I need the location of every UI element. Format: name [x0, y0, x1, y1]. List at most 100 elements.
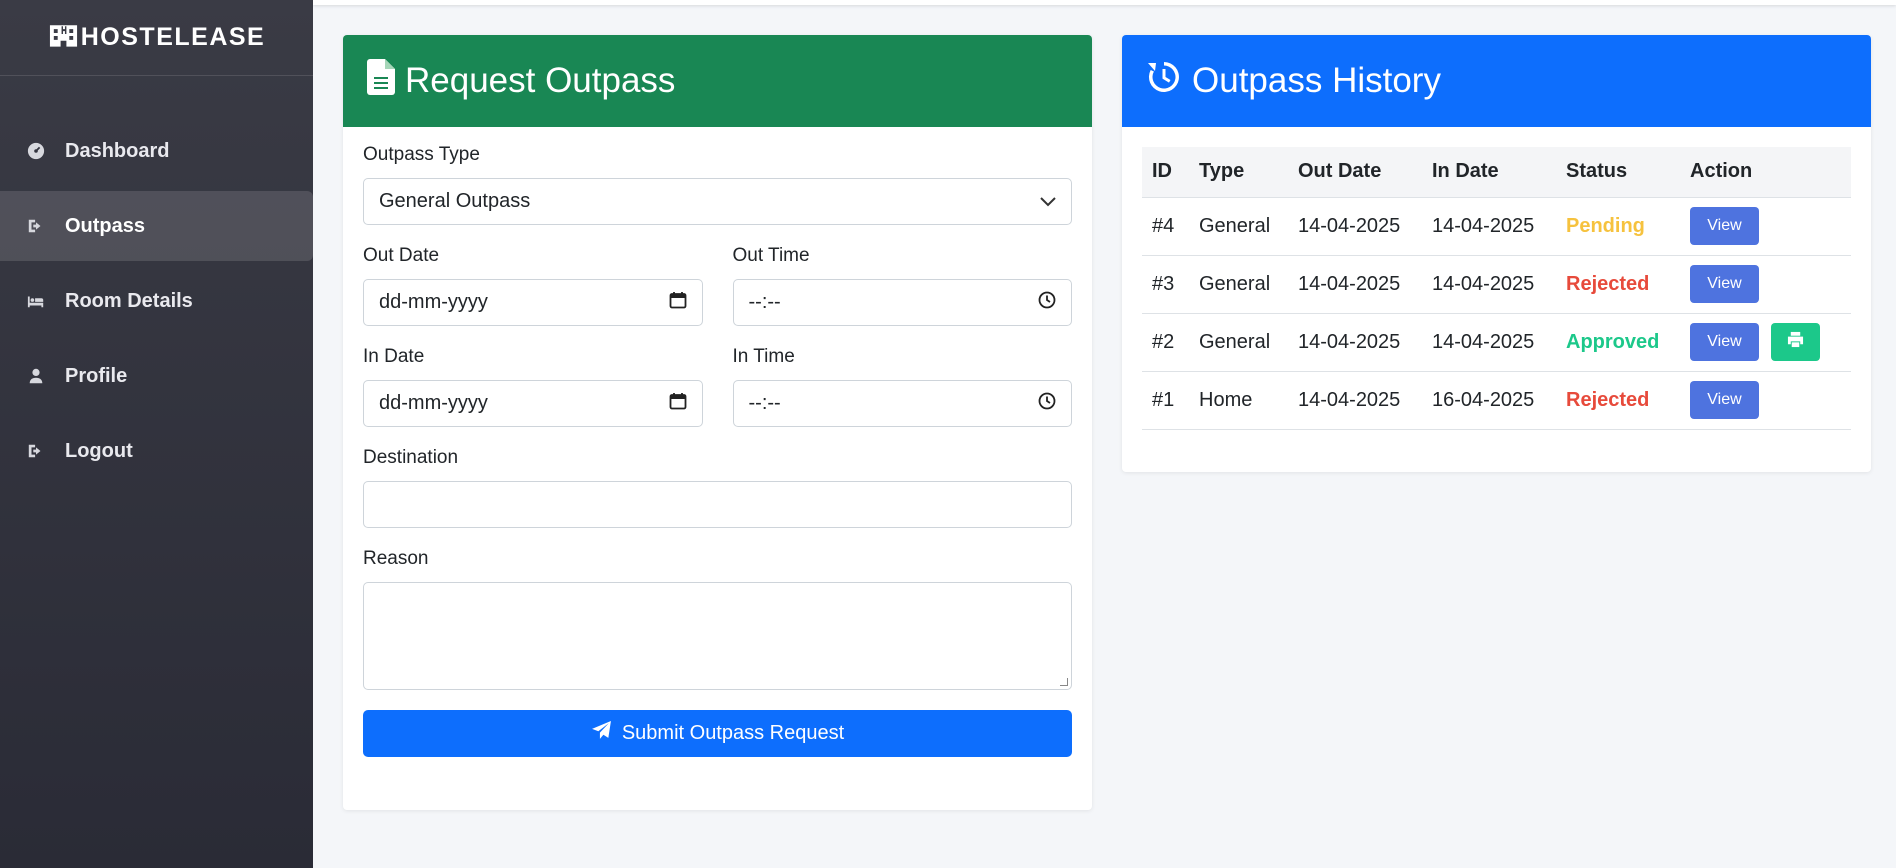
destination-label: Destination: [363, 447, 459, 468]
column-header: Type: [1189, 147, 1288, 198]
cell-id: #1: [1142, 371, 1189, 430]
sidebar-item-logout[interactable]: Logout: [0, 416, 313, 486]
status-badge: Rejected: [1556, 255, 1680, 314]
top-bar: [313, 0, 1896, 5]
out-time-input[interactable]: --:--: [732, 279, 1072, 326]
sidebar-item-label: Logout: [65, 439, 133, 462]
sidebar-item-profile[interactable]: Profile: [0, 341, 313, 411]
view-button[interactable]: View: [1690, 381, 1759, 419]
cell-id: #3: [1142, 255, 1189, 314]
cell-action: View: [1680, 197, 1851, 256]
in-time-input[interactable]: --:--: [732, 380, 1072, 427]
cell-in-date: 14-04-2025: [1422, 255, 1556, 314]
calendar-icon: [669, 291, 687, 315]
history-icon: [1146, 59, 1192, 104]
cell-id: #2: [1142, 313, 1189, 372]
in-time-placeholder: --:--: [748, 392, 781, 414]
sidebar-item-room-details[interactable]: Room Details: [0, 266, 313, 336]
outpass-history-card: Outpass History ID Type Out Date In Date…: [1122, 35, 1871, 472]
sidebar-item-label: Dashboard: [65, 139, 170, 162]
submit-outpass-button[interactable]: Submit Outpass Request: [363, 710, 1072, 757]
sidebar-item-label: Profile: [65, 364, 128, 387]
table-row: #3 General 14-04-2025 14-04-2025 Rejecte…: [1142, 255, 1851, 314]
print-icon: [1787, 331, 1804, 354]
page-title: Request Outpass: [405, 61, 676, 100]
tachometer-icon: [26, 141, 46, 161]
status-badge: Rejected: [1556, 371, 1680, 430]
table-row: #2 General 14-04-2025 14-04-2025 Approve…: [1142, 313, 1851, 372]
out-date-placeholder: dd-mm-yyyy: [379, 291, 488, 313]
in-date-placeholder: dd-mm-yyyy: [379, 392, 488, 414]
sign-out-icon: [26, 441, 46, 461]
outpass-type-value: General Outpass: [379, 190, 531, 212]
view-button[interactable]: View: [1690, 207, 1759, 245]
outpass-type-label: Outpass Type: [363, 144, 480, 165]
cell-out-date: 14-04-2025: [1288, 197, 1422, 256]
column-header: ID: [1142, 147, 1189, 198]
column-header: Status: [1556, 147, 1680, 198]
user-icon: [26, 366, 46, 386]
sidebar-item-label: Outpass: [65, 214, 146, 237]
reason-label: Reason: [363, 548, 429, 569]
outpass-type-select[interactable]: General Outpass: [363, 178, 1072, 225]
out-date-label: Out Date: [363, 245, 440, 266]
column-header: Out Date: [1288, 147, 1422, 198]
column-header: Action: [1680, 147, 1851, 198]
sidebar-item-outpass[interactable]: Outpass: [0, 191, 313, 261]
print-button[interactable]: [1771, 323, 1820, 361]
sidebar-item-label: Room Details: [65, 289, 193, 312]
cell-type: General: [1189, 255, 1288, 314]
status-badge: Pending: [1556, 197, 1680, 256]
cell-action: View: [1680, 313, 1851, 372]
in-date-input[interactable]: dd-mm-yyyy: [363, 380, 703, 427]
request-outpass-header: Request Outpass: [343, 35, 1092, 127]
request-outpass-card: Request Outpass Outpass Type General Out…: [343, 35, 1092, 810]
cell-in-date: 14-04-2025: [1422, 197, 1556, 256]
out-time-placeholder: --:--: [748, 291, 781, 313]
table-row: #4 General 14-04-2025 14-04-2025 Pending…: [1142, 197, 1851, 256]
submit-label: Submit Outpass Request: [621, 722, 845, 744]
hotel-icon: [48, 21, 81, 54]
table-header-row: ID Type Out Date In Date Status Action: [1142, 147, 1851, 198]
cell-in-date: 14-04-2025: [1422, 313, 1556, 372]
outpass-history-header: Outpass History: [1122, 35, 1871, 127]
destination-input[interactable]: [363, 481, 1072, 528]
sign-out-icon: [26, 216, 46, 236]
clock-icon: [1038, 392, 1056, 416]
cell-action: View: [1680, 371, 1851, 430]
cell-out-date: 14-04-2025: [1288, 255, 1422, 314]
sidebar: HOSTELEASE Dashboard Outpass Room Detail…: [0, 0, 313, 868]
out-date-input[interactable]: dd-mm-yyyy: [363, 279, 703, 326]
resize-handle[interactable]: [1060, 678, 1068, 686]
reason-textarea[interactable]: [363, 582, 1072, 690]
in-time-label: In Time: [732, 346, 795, 367]
out-time-label: Out Time: [732, 245, 810, 266]
cell-action: View: [1680, 255, 1851, 314]
table-row: #1 Home 14-04-2025 16-04-2025 Rejected V…: [1142, 371, 1851, 430]
paper-plane-icon: [591, 720, 622, 747]
view-button[interactable]: View: [1690, 265, 1759, 303]
cell-out-date: 14-04-2025: [1288, 371, 1422, 430]
view-button[interactable]: View: [1690, 323, 1759, 361]
file-icon: [367, 58, 405, 104]
sidebar-item-dashboard[interactable]: Dashboard: [0, 116, 313, 186]
in-date-label: In Date: [363, 346, 425, 367]
clock-icon: [1038, 291, 1056, 315]
sidebar-nav: Dashboard Outpass Room Details Profile L…: [0, 116, 313, 491]
cell-in-date: 16-04-2025: [1422, 371, 1556, 430]
history-title: Outpass History: [1192, 61, 1441, 100]
chevron-down-icon: [1040, 190, 1056, 213]
cell-type: Home: [1189, 371, 1288, 430]
brand[interactable]: HOSTELEASE: [0, 0, 313, 76]
calendar-icon: [669, 392, 687, 416]
brand-name: HOSTELEASE: [80, 23, 266, 51]
cell-type: General: [1189, 313, 1288, 372]
cell-type: General: [1189, 197, 1288, 256]
bed-icon: [26, 291, 46, 311]
status-badge: Approved: [1556, 313, 1680, 372]
cell-out-date: 14-04-2025: [1288, 313, 1422, 372]
outpass-history-table: ID Type Out Date In Date Status Action #…: [1142, 147, 1851, 430]
column-header: In Date: [1422, 147, 1556, 198]
outpass-form: Outpass Type General Outpass Out Date dd…: [343, 127, 1092, 757]
cell-id: #4: [1142, 197, 1189, 256]
